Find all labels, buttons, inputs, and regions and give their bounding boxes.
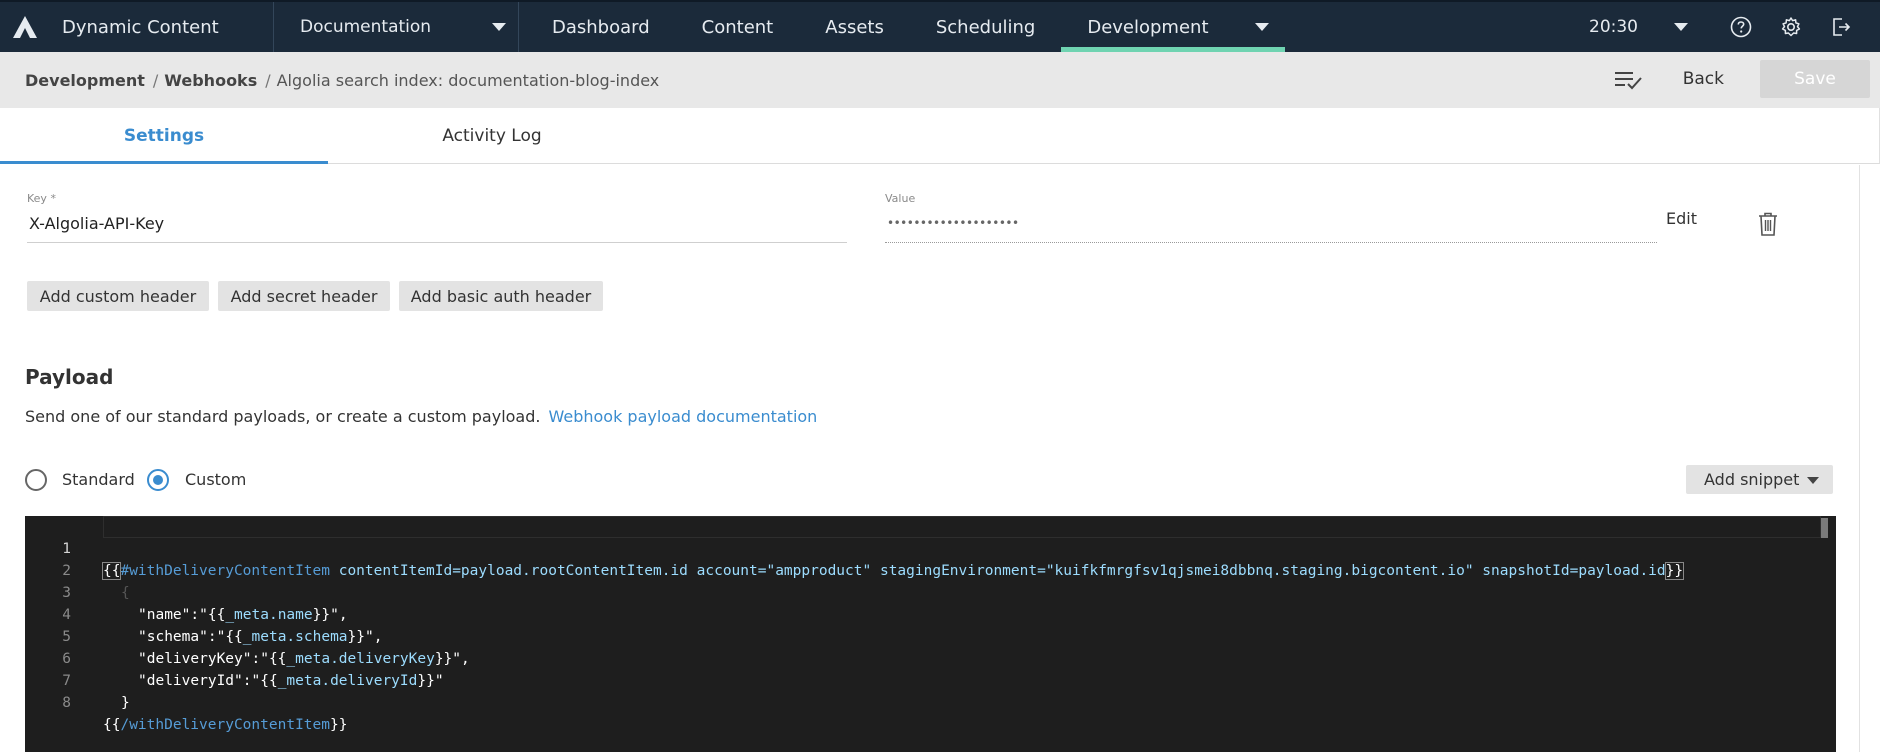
gear-icon[interactable]	[1780, 16, 1802, 38]
payload-description: Send one of our standard payloads, or cr…	[25, 407, 818, 426]
radio-custom[interactable]	[147, 469, 169, 491]
nav-development[interactable]: Development	[1061, 2, 1285, 52]
chevron-down-icon	[492, 23, 506, 31]
code-line: 6 "deliveryId":"{{_meta.deliveryId}}"	[62, 651, 444, 689]
breadcrumb-separator: /	[265, 70, 271, 90]
breadcrumb-webhooks[interactable]: Webhooks	[164, 71, 257, 90]
key-input[interactable]: X-Algolia-API-Key	[29, 214, 164, 233]
brand-name: Dynamic Content	[62, 16, 219, 38]
code-line: 1 {{#withDeliveryContentItem contentItem…	[62, 541, 1685, 580]
editor-scrollbar[interactable]	[1821, 518, 1828, 538]
key-label: Key *	[27, 192, 56, 205]
value-label: Value	[885, 192, 916, 205]
add-secret-header-button[interactable]: Add secret header	[218, 281, 390, 311]
code-editor[interactable]: 1 {{#withDeliveryContentItem contentItem…	[25, 516, 1836, 752]
value-input-masked[interactable]: ••••••••••••••••••••	[887, 216, 1019, 230]
nav-content[interactable]: Content	[676, 2, 800, 52]
code-line: 8 {{/withDeliveryContentItem}}	[62, 695, 348, 733]
breadcrumb: Development / Webhooks / Algolia search …	[0, 52, 1880, 108]
scrollbar-track[interactable]	[1859, 165, 1860, 752]
nav-dashboard[interactable]: Dashboard	[526, 2, 676, 52]
time-display: 20:30	[1589, 17, 1638, 37]
key-underline	[27, 242, 847, 243]
back-button[interactable]: Back	[1683, 69, 1724, 89]
help-icon[interactable]	[1730, 16, 1752, 38]
nav-scheduling[interactable]: Scheduling	[910, 2, 1061, 52]
payload-title: Payload	[25, 365, 114, 389]
logout-icon[interactable]	[1830, 16, 1852, 38]
top-nav: Dynamic Content Documentation Dashboard …	[0, 0, 1880, 52]
tab-settings[interactable]: Settings	[0, 108, 328, 164]
code-line: 3 "name":"{{_meta.name}}",	[62, 585, 348, 623]
webhook-payload-docs-link[interactable]: Webhook payload documentation	[548, 407, 817, 426]
breadcrumb-separator: /	[152, 70, 159, 90]
code-line: 5 "deliveryKey":"{{_meta.deliveryKey}}",	[62, 629, 470, 667]
tab-bar: Settings Activity Log	[0, 108, 1880, 164]
radio-standard[interactable]	[25, 469, 47, 491]
nav-assets[interactable]: Assets	[799, 2, 910, 52]
brand[interactable]: Dynamic Content	[0, 2, 274, 52]
value-underline	[885, 242, 1657, 243]
breadcrumb-development[interactable]: Development	[25, 71, 145, 90]
hub-selector[interactable]: Documentation	[274, 2, 519, 52]
add-basic-auth-header-button[interactable]: Add basic auth header	[399, 281, 603, 311]
save-button[interactable]: Save	[1760, 60, 1870, 98]
add-snippet-button[interactable]: Add snippet	[1686, 465, 1833, 494]
hub-name: Documentation	[300, 17, 432, 37]
code-line: 4 "schema":"{{_meta.schema}}",	[62, 607, 383, 645]
add-custom-header-button[interactable]: Add custom header	[27, 281, 209, 311]
current-line-highlight	[103, 516, 1821, 538]
checklist-icon[interactable]	[1613, 68, 1643, 90]
tab-activity-log[interactable]: Activity Log	[328, 108, 656, 163]
radio-custom-label[interactable]: Custom	[185, 470, 246, 489]
chevron-down-icon[interactable]	[1254, 23, 1269, 31]
radio-standard-label[interactable]: Standard	[62, 470, 135, 489]
breadcrumb-current: Algolia search index: documentation-blog…	[276, 70, 660, 90]
code-line: 2 {	[62, 563, 130, 601]
chevron-down-icon[interactable]	[1674, 23, 1688, 31]
edit-button[interactable]: Edit	[1666, 209, 1697, 228]
chevron-down-icon	[1807, 477, 1819, 484]
trash-icon[interactable]	[1757, 211, 1779, 237]
code-line: 7 }	[62, 673, 130, 711]
amplience-logo-icon	[13, 16, 37, 38]
